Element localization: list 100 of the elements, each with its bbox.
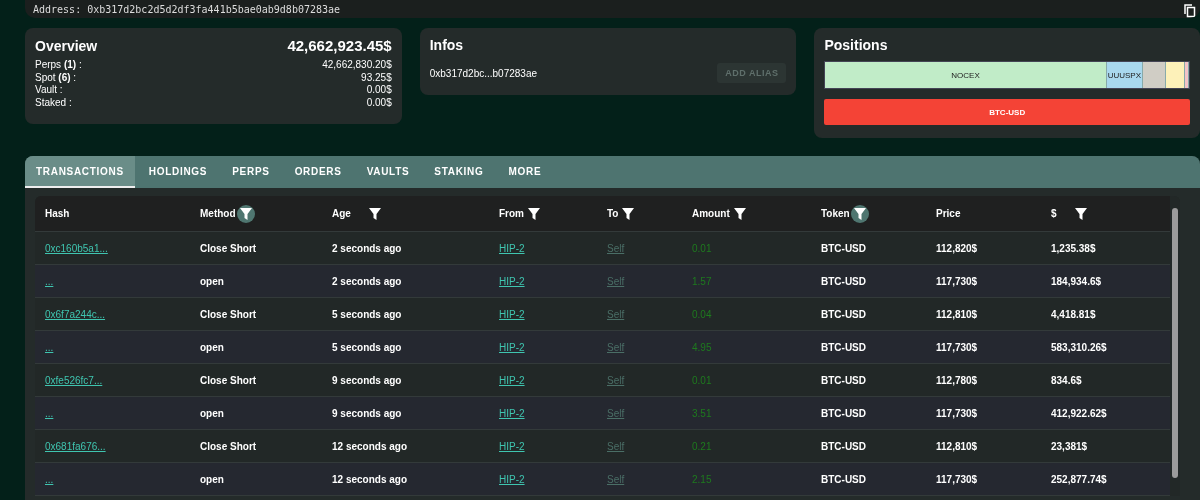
- token-cell: BTC-USD: [821, 242, 866, 254]
- method-cell: Close Short: [200, 242, 257, 254]
- address-text: Address: 0xb317d2bc2d5d2df3fa441b5bae0ab9d8b07283ae: [33, 4, 341, 16]
- copy-icon[interactable]: [1184, 4, 1196, 18]
- method-cell: open: [200, 275, 224, 287]
- price-cell: 112,820$: [936, 242, 978, 254]
- position-bar[interactable]: BTC-USD: [824, 99, 1190, 125]
- age-cell: 2 seconds ago: [332, 275, 402, 287]
- token-cell: BTC-USD: [821, 374, 866, 386]
- address-text: 0xb317d2bc...b07283ae: [429, 67, 538, 79]
- filter-icon[interactable]: [850, 204, 869, 223]
- line-label: Spot (6) :: [35, 71, 77, 84]
- line-label: Perps (1) :: [35, 59, 82, 72]
- column-header[interactable]: Hash: [45, 208, 70, 219]
- position-segment[interactable]: UUUSPX: [1106, 62, 1143, 88]
- from-link[interactable]: HIP-2: [499, 308, 525, 320]
- age-cell: 12 seconds ago: [332, 440, 408, 452]
- amount-cell: 0.01: [692, 242, 712, 254]
- tab[interactable]: VAULTS: [355, 156, 421, 188]
- column-header[interactable]: To: [607, 208, 619, 219]
- hash-link[interactable]: ...: [45, 473, 54, 485]
- price-cell: 117,730$: [936, 341, 978, 353]
- card-title: Infos: [429, 37, 465, 53]
- price-cell: 117,730$: [936, 407, 978, 419]
- tab[interactable]: PERPS: [221, 156, 281, 188]
- usd-cell: 184,934.6$: [1051, 275, 1102, 287]
- price-cell: 112,780$: [936, 374, 978, 386]
- line-label: Staked :: [35, 96, 72, 109]
- token-cell: BTC-USD: [821, 275, 866, 287]
- age-cell: 12 seconds ago: [332, 473, 408, 485]
- column-header[interactable]: Token: [821, 208, 850, 219]
- card-title: Overview: [35, 37, 98, 54]
- column-header[interactable]: From: [499, 208, 524, 219]
- line-value: 0.00$: [366, 96, 392, 109]
- method-cell: Close Short: [200, 440, 257, 452]
- line-value: 0.00$: [366, 84, 392, 97]
- column-header[interactable]: Age: [332, 208, 351, 219]
- table-row[interactable]: ... open 5 seconds ago HIP-2 Self 4.95 BTC-USD 117,730$ 583,310.26$: [35, 331, 1170, 364]
- line-value: 93.25$: [361, 71, 392, 84]
- tab[interactable]: MORE: [497, 156, 553, 188]
- position-segment[interactable]: NOCEX: [825, 62, 1107, 88]
- from-link[interactable]: HIP-2: [499, 242, 525, 254]
- amount-cell: 1.57: [692, 275, 712, 287]
- from-link[interactable]: HIP-2: [499, 374, 525, 386]
- amount-cell: 0.04: [692, 308, 712, 320]
- usd-cell: 4,418.81$: [1051, 308, 1096, 320]
- tab[interactable]: HOLDINGS: [137, 156, 219, 188]
- amount-cell: 2.15: [692, 473, 712, 485]
- total-value: 42,662,923.45$: [287, 37, 392, 54]
- from-link[interactable]: HIP-2: [499, 440, 525, 452]
- method-cell: Close Short: [200, 374, 257, 386]
- token-cell: BTC-USD: [821, 341, 866, 353]
- age-cell: 9 seconds ago: [332, 374, 402, 386]
- age-cell: 5 seconds ago: [332, 341, 402, 353]
- table-row[interactable]: ... open 9 seconds ago HIP-2 Self 3.51 BTC-USD 117,730$ 412,922.62$: [35, 397, 1170, 430]
- price-cell: 112,810$: [936, 308, 978, 320]
- filter-icon[interactable]: [236, 204, 255, 223]
- usd-cell: 252,877.74$: [1051, 473, 1107, 485]
- column-header[interactable]: Method: [200, 208, 236, 219]
- hash-link[interactable]: ...: [45, 407, 54, 419]
- age-cell: 2 seconds ago: [332, 242, 402, 254]
- amount-cell: 4.95: [692, 341, 712, 353]
- from-link[interactable]: HIP-2: [499, 473, 525, 485]
- column-header[interactable]: Price: [936, 208, 961, 219]
- column-header[interactable]: Amount: [692, 208, 730, 219]
- hash-link[interactable]: 0x6f7a244c...: [45, 308, 106, 320]
- tab[interactable]: STAKING: [423, 156, 495, 188]
- table-row[interactable]: ... open 12 seconds ago HIP-2 Self 2.15 BTC-USD 117,730$ 252,877.74$: [35, 463, 1170, 496]
- hash-link[interactable]: 0xc160b5a1...: [45, 242, 108, 254]
- token-cell: BTC-USD: [821, 308, 866, 320]
- usd-cell: 412,922.62$: [1051, 407, 1107, 419]
- usd-cell: 1,235.38$: [1051, 242, 1096, 254]
- method-cell: open: [200, 407, 224, 419]
- card-title: Positions: [824, 37, 889, 53]
- hash-link[interactable]: ...: [45, 275, 54, 287]
- amount-cell: 0.01: [692, 374, 712, 386]
- amount-cell: 0.21: [692, 440, 712, 452]
- column-header[interactable]: $: [1051, 208, 1057, 219]
- usd-cell: 834.6$: [1051, 374, 1082, 386]
- hash-link[interactable]: 0xfe526fc7...: [45, 374, 103, 386]
- from-link[interactable]: HIP-2: [499, 275, 525, 287]
- price-cell: 117,730$: [936, 275, 978, 287]
- token-cell: BTC-USD: [821, 473, 866, 485]
- amount-cell: 3.51: [692, 407, 712, 419]
- price-cell: 112,810$: [936, 440, 978, 452]
- hash-link[interactable]: ...: [45, 341, 54, 353]
- line-label: Vault :: [35, 84, 63, 97]
- from-link[interactable]: HIP-2: [499, 407, 525, 419]
- tab[interactable]: ORDERS: [283, 156, 353, 188]
- line-value: 42,662,830.20$: [322, 59, 392, 72]
- age-cell: 9 seconds ago: [332, 407, 402, 419]
- token-cell: BTC-USD: [821, 440, 866, 452]
- method-cell: open: [200, 473, 224, 485]
- usd-cell: 583,310.26$: [1051, 341, 1107, 353]
- age-cell: 5 seconds ago: [332, 308, 402, 320]
- table-row[interactable]: ... open 2 seconds ago HIP-2 Self 1.57 BTC-USD 117,730$ 184,934.6$: [35, 265, 1170, 298]
- from-link[interactable]: HIP-2: [499, 341, 525, 353]
- method-cell: Close Short: [200, 308, 257, 320]
- hash-link[interactable]: 0x681fa676...: [45, 440, 106, 452]
- tab[interactable]: TRANSACTIONS: [25, 156, 135, 188]
